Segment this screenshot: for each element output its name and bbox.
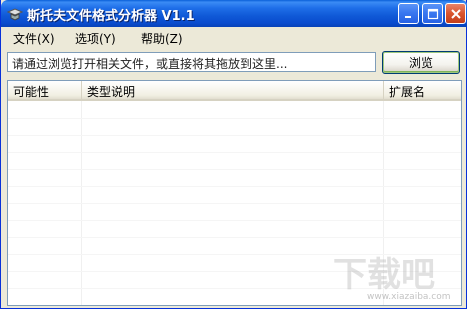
row-divider — [8, 169, 461, 170]
window-title: 斯托夫文件格式分析器 V1.1 — [27, 9, 195, 24]
row-divider — [8, 237, 461, 238]
title-bar[interactable]: 斯托夫文件格式分析器 V1.1 — [1, 0, 467, 27]
row-divider — [8, 186, 461, 187]
menu-bar: 文件(X) 选项(Y) 帮助(Z) — [3, 28, 466, 48]
row-divider — [8, 135, 461, 136]
close-icon — [450, 8, 461, 19]
row-divider — [8, 203, 461, 204]
close-button[interactable] — [445, 3, 466, 24]
minimize-button[interactable] — [398, 3, 419, 24]
column-header-probability[interactable]: 可能性 — [8, 81, 82, 99]
row-divider — [8, 152, 461, 153]
file-path-field[interactable]: 请通过浏览打开相关文件，或直接将其拖放到这里... — [7, 52, 376, 72]
row-divider — [8, 220, 461, 221]
list-header: 可能性 类型说明 扩展名 — [8, 81, 461, 101]
browse-button[interactable]: 浏览 — [382, 51, 460, 74]
column-header-type-description[interactable]: 类型说明 — [82, 81, 384, 99]
app-window: 斯托夫文件格式分析器 V1.1 文件(X) 选项(Y) 帮助(Z) 请通过浏览打… — [0, 0, 467, 309]
menu-help[interactable]: 帮助(Z) — [141, 30, 183, 47]
app-icon — [6, 6, 24, 22]
menu-file[interactable]: 文件(X) — [13, 30, 55, 47]
minimize-icon — [404, 15, 411, 18]
watermark-text: 下载吧 — [333, 255, 435, 295]
row-divider — [8, 118, 461, 119]
maximize-icon — [427, 8, 438, 19]
watermark-url: www.xiazaiba.com — [367, 292, 451, 302]
maximize-button[interactable] — [422, 3, 443, 24]
menu-options[interactable]: 选项(Y) — [75, 30, 116, 47]
column-header-extension[interactable]: 扩展名 — [384, 81, 461, 99]
